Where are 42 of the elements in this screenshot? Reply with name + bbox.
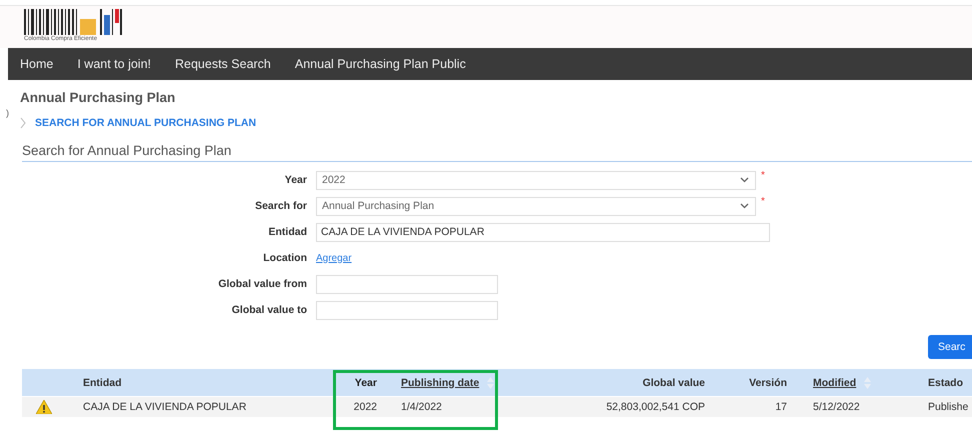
nav-link[interactable]: Requests Search [175,57,271,71]
breadcrumb-link[interactable]: SEARCH FOR ANNUAL PURCHASING PLAN [35,117,256,129]
section-title: Search for Annual Purchasing Plan [22,143,972,162]
chevron-icon [20,117,26,129]
column-header: Estado [928,376,964,388]
sort-icon[interactable] [487,376,494,388]
dropdown-icon [740,177,749,183]
input-field[interactable] [316,274,498,294]
required-marker: * [761,170,765,181]
nav-link[interactable]: Home [20,57,54,71]
search-button[interactable]: Searc [928,335,972,359]
table-cell: 5/12/2022 [813,401,860,413]
field-label: Global value to [230,304,307,316]
nav-link[interactable]: Annual Purchasing Plan Public [294,57,466,71]
field-label: Entidad [268,226,307,238]
field-label: Global value from [217,278,307,290]
table-cell: CAJA DE LA VIVIENDA POPULAR [83,401,246,413]
table-cell: 1/4/2022 [401,401,442,413]
input-field[interactable]: CAJA DE LA VIVIENDA POPULAR [316,222,770,242]
table-cell: 2022 [354,401,377,413]
sort-link[interactable]: Modified [813,376,856,388]
table-cell: 17 [775,401,787,413]
field-label: Location [262,252,307,264]
select-field[interactable]: Annual Purchasing Plan [316,196,756,216]
required-marker: * [761,196,765,207]
page-title: Annual Purchasing Plan [20,90,176,105]
column-header: Versión [749,376,787,388]
field-label: Year [284,174,307,186]
side-mark: ) [6,108,9,118]
sort-icon[interactable] [864,376,872,388]
select-field[interactable]: 2022 [316,170,756,190]
input-field[interactable] [316,300,498,320]
column-header: Entidad [83,376,122,388]
sort-link[interactable]: Publishing date [401,376,480,388]
add-link[interactable]: Agregar [316,252,352,264]
field-label: Search for [254,200,307,212]
column-header: Global value [642,376,705,388]
nav-link[interactable]: I want to join! [77,57,151,71]
table-cell: Publishe [928,401,968,413]
column-header: Year [354,376,377,388]
table-cell: 52,803,002,541 COP [606,401,705,413]
dropdown-icon [740,203,749,209]
